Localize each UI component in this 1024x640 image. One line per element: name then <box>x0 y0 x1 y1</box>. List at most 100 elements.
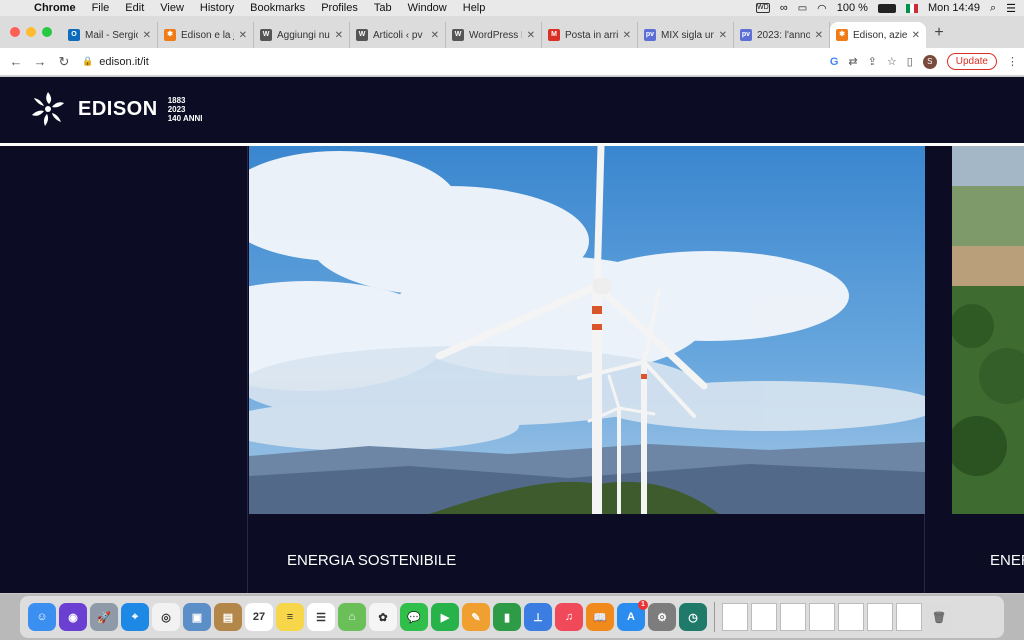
update-button[interactable]: Update <box>946 53 997 70</box>
lock-icon[interactable]: 🔒 <box>82 56 93 67</box>
close-tab-icon[interactable]: ✕ <box>719 30 727 41</box>
keynote-icon[interactable]: ⊥ <box>524 603 552 631</box>
browser-tab[interactable]: pv 2023: l'anno ✕ <box>734 22 830 48</box>
carousel-card-energia-sostenibile[interactable]: ENERGIA SOSTENIBILE <box>249 146 925 593</box>
finder-icon[interactable]: ☺ <box>28 603 56 631</box>
wifi-icon[interactable]: ◠ <box>817 2 827 15</box>
browser-tab[interactable]: W Aggiungi nuo ✕ <box>254 22 350 48</box>
more-menu-icon[interactable]: ⋮ <box>1007 55 1018 68</box>
document-thumb-1[interactable] <box>722 603 748 631</box>
airplay-icon[interactable]: ▭ <box>798 3 807 14</box>
browser-tab[interactable]: W WordPress Pl ✕ <box>446 22 542 48</box>
close-tab-icon[interactable]: ✕ <box>912 30 920 41</box>
calendar-icon[interactable]: 27 <box>245 603 273 631</box>
wd-drive-icon[interactable]: WD <box>755 3 770 13</box>
close-tab-icon[interactable]: ✕ <box>815 30 823 41</box>
reminders-icon[interactable]: ☰ <box>307 603 335 631</box>
anniversary-year-top: 1883 <box>167 95 186 105</box>
battery-icon[interactable] <box>877 3 896 13</box>
system-preferences-icon[interactable]: ⚙ <box>648 603 676 631</box>
italian-flag-icon[interactable] <box>905 3 918 13</box>
browser-tab[interactable]: pv MIX sigla un ✕ <box>638 22 734 48</box>
document-thumb-4[interactable] <box>809 603 835 631</box>
tab-list: O Mail - Sergio ✕ ✱ Edison e la jo ✕ W Aggiungi… <box>62 22 926 48</box>
notes-brown-icon[interactable]: ▤ <box>214 603 242 631</box>
close-tab-icon[interactable]: ✕ <box>239 30 247 41</box>
menu-help[interactable]: Help <box>455 2 494 14</box>
side-panel-icon[interactable]: ▯ <box>907 55 913 68</box>
anniversary-label: 140 ANNI <box>167 113 203 123</box>
share-icon[interactable]: ⇪ <box>868 55 877 68</box>
document-thumb-6[interactable] <box>867 603 893 631</box>
card-title[interactable]: ENERGIA SOSTENIBILE <box>287 552 456 569</box>
document-thumb-2[interactable] <box>751 603 777 631</box>
messages-icon[interactable]: 💬 <box>400 603 428 631</box>
menu-window[interactable]: Window <box>400 2 455 14</box>
translate-icon[interactable]: ⇄ <box>848 55 857 68</box>
photos-icon[interactable]: ✿ <box>369 603 397 631</box>
document-thumb-5[interactable] <box>838 603 864 631</box>
gmail-icon: M <box>548 29 560 41</box>
notes-icon[interactable]: ≡ <box>276 603 304 631</box>
document-thumb-7[interactable] <box>896 603 922 631</box>
books-icon[interactable]: 📖 <box>586 603 614 631</box>
music-icon[interactable]: ♫ <box>555 603 583 631</box>
safari-icon[interactable]: ⌖ <box>121 603 149 631</box>
menu-tab[interactable]: Tab <box>366 2 400 14</box>
forward-arrow-icon[interactable]: → <box>28 54 52 69</box>
spotlight-search-icon[interactable]: ⌕ <box>990 2 996 15</box>
reload-icon[interactable]: ↻ <box>52 54 76 70</box>
minimize-window-button[interactable] <box>26 27 36 37</box>
back-arrow-icon[interactable]: ← <box>4 54 28 69</box>
profile-avatar[interactable]: S <box>922 54 937 69</box>
trash-icon[interactable]: 🗑 <box>925 603 953 631</box>
chrome-icon[interactable]: ◎ <box>152 603 180 631</box>
close-tab-icon[interactable]: ✕ <box>143 30 151 41</box>
facetime-icon[interactable]: ▶ <box>431 603 459 631</box>
menu-file[interactable]: File <box>84 2 118 14</box>
browser-tab[interactable]: O Mail - Sergio ✕ <box>62 22 158 48</box>
browser-tab[interactable]: M Posta in arriv ✕ <box>542 22 638 48</box>
macos-menu-bar: Chrome File Edit View History Bookmarks … <box>0 0 1024 16</box>
menubar-clock[interactable]: Mon 14:49 <box>928 2 980 14</box>
close-tab-icon[interactable]: ✕ <box>335 30 343 41</box>
zoom-window-button[interactable] <box>42 27 52 37</box>
toolbar-actions: G ⇄ ⇪ ☆ ▯ S Update ⋮ <box>830 53 1024 70</box>
numbers-icon[interactable]: ▮ <box>493 603 521 631</box>
new-tab-button[interactable]: + <box>926 24 952 48</box>
siri-icon[interactable]: ◉ <box>59 603 87 631</box>
address-bar[interactable]: 🔒 edison.it/it <box>82 56 149 68</box>
tab-title: Edison, azien <box>853 29 907 41</box>
menu-profiles[interactable]: Profiles <box>313 2 366 14</box>
preview-icon[interactable]: ▣ <box>183 603 211 631</box>
card-caption: ENERGIA SOSTENIBILE <box>249 514 925 593</box>
launchpad-icon[interactable]: 🚀 <box>90 603 118 631</box>
browser-tab[interactable]: ✱ Edison, azien ✕ <box>830 22 926 48</box>
document-thumb-3[interactable] <box>780 603 806 631</box>
close-tab-icon[interactable]: ✕ <box>527 30 535 41</box>
control-center-icon[interactable]: ☰ <box>1006 2 1016 15</box>
close-tab-icon[interactable]: ✕ <box>623 30 631 41</box>
url-text[interactable]: edison.it/it <box>99 56 149 68</box>
edison-website: EDISON 1883 2023 140 ANNI ENERGIA SOSTEN… <box>0 77 1024 593</box>
menu-edit[interactable]: Edit <box>117 2 152 14</box>
maps-icon[interactable]: ⌂ <box>338 603 366 631</box>
close-tab-icon[interactable]: ✕ <box>431 30 439 41</box>
pages-icon[interactable]: ✎ <box>462 603 490 631</box>
menu-bookmarks[interactable]: Bookmarks <box>242 2 313 14</box>
creative-cloud-icon[interactable]: ∞ <box>780 2 788 14</box>
browser-tab[interactable]: W Articoli ‹ pv ✕ <box>350 22 446 48</box>
carousel-card-next[interactable]: ENER <box>952 146 1024 593</box>
appstore-icon[interactable]: A1 <box>617 600 648 631</box>
menu-history[interactable]: History <box>192 2 242 14</box>
browser-tab[interactable]: ✱ Edison e la jo ✕ <box>158 22 254 48</box>
google-icon[interactable]: G <box>830 56 839 68</box>
time-machine-icon[interactable]: ◷ <box>679 603 707 631</box>
menu-view[interactable]: View <box>152 2 192 14</box>
card-title-next[interactable]: ENER <box>990 552 1024 569</box>
bookmark-star-icon[interactable]: ☆ <box>887 55 897 68</box>
edison-logo[interactable]: EDISON 1883 2023 140 ANNI <box>28 89 203 129</box>
close-window-button[interactable] <box>10 27 20 37</box>
landscape-image <box>952 146 1024 514</box>
menu-app-chrome[interactable]: Chrome <box>26 2 84 14</box>
